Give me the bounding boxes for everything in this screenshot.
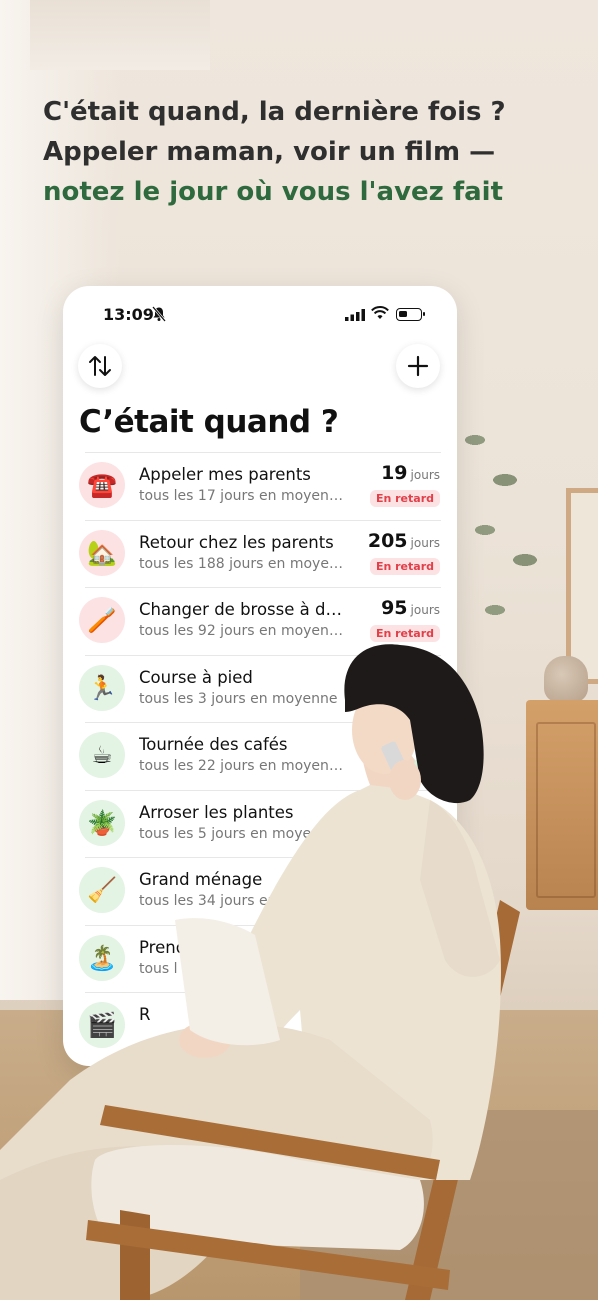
activity-name: Grand ménage bbox=[139, 870, 263, 889]
list-item[interactable]: 🎬 R bbox=[63, 992, 457, 1060]
list-item[interactable]: 🪥 Changer de brosse à dents tous les 92 jo… bbox=[63, 587, 457, 655]
status-badge: En retard bbox=[369, 625, 440, 642]
activity-name: Course à pied bbox=[139, 667, 253, 687]
activity-emoji-icon: 🏝️ bbox=[79, 934, 125, 981]
activity-frequency: tous les 92 jours en moyenne bbox=[139, 623, 344, 639]
activity-emoji-icon: ☎️ bbox=[79, 462, 125, 508]
wall-frame bbox=[566, 488, 598, 684]
sort-arrows-icon bbox=[89, 356, 111, 376]
activity-frequency: tous les 188 jours en moyenne bbox=[139, 555, 344, 572]
list-item[interactable]: 🏝️ Prend tous l bbox=[63, 924, 457, 993]
activity-emoji-icon: 🧹 bbox=[79, 867, 125, 913]
activity-frequency: tous l bbox=[139, 960, 178, 977]
days-count: 205 jours bbox=[368, 530, 440, 552]
list-item[interactable]: ☎️ Appeler mes parents tous les 17 jours e… bbox=[63, 452, 457, 520]
activity-emoji-icon: 🎬 bbox=[79, 1002, 125, 1048]
activity-name: R bbox=[139, 1005, 151, 1024]
days-unit: jours bbox=[410, 468, 440, 482]
page-title: C’était quand ? bbox=[79, 404, 339, 440]
activity-frequency: tous les 5 jours en moyenne bbox=[139, 825, 338, 842]
activity-frequency: tous les 34 jours en moyenne bbox=[139, 893, 344, 909]
headline-line-2: Appeler maman, voir un film — bbox=[43, 137, 496, 167]
headline-line-1: C'était quand, la dernière fois ? bbox=[43, 97, 506, 127]
plus-icon bbox=[407, 355, 429, 377]
activity-name: Prend bbox=[139, 937, 187, 957]
days-count: 95 jours bbox=[381, 597, 440, 619]
ceiling-beam bbox=[30, 0, 210, 70]
signal-icon bbox=[345, 309, 365, 321]
days-number: 205 bbox=[367, 529, 408, 552]
status-badge: En retard bbox=[369, 557, 440, 575]
phone-screen: 13:09 C’était quand ? ☎️ Appeler mes par… bbox=[63, 286, 457, 1066]
marketing-headline: C'était quand, la dernière fois ? Appele… bbox=[43, 92, 583, 212]
bell-slash-icon bbox=[152, 306, 166, 322]
activity-name: Arroser les plantes bbox=[139, 802, 294, 822]
activity-name: Appeler mes parents bbox=[139, 465, 311, 484]
list-item[interactable]: 🏃 Course à pied tous les 3 jours en moyenn… bbox=[63, 654, 457, 723]
rug bbox=[300, 1110, 598, 1300]
activity-name: Tournée des cafés bbox=[139, 735, 288, 754]
cabinet bbox=[526, 700, 598, 910]
sort-button[interactable] bbox=[78, 344, 122, 388]
activity-emoji-icon: 🪴 bbox=[79, 799, 125, 846]
wifi-icon bbox=[371, 306, 389, 319]
status-badge: En retard bbox=[369, 490, 440, 507]
status-time: 13:09 bbox=[103, 305, 154, 324]
status-badge: Da bbox=[411, 760, 440, 777]
list-item[interactable]: 🪴 Arroser les plantes tous les 5 jours en … bbox=[63, 789, 457, 858]
activity-emoji-icon: 🏡 bbox=[79, 529, 125, 576]
days-count: 19 jours bbox=[381, 462, 440, 484]
days-unit: jours bbox=[410, 535, 440, 550]
days-number: 95 bbox=[381, 597, 408, 619]
activity-frequency: tous les 17 jours en moyenne bbox=[139, 488, 344, 504]
list-item[interactable]: 🏡 Retour chez les parents tous les 188 jou… bbox=[63, 519, 457, 588]
activity-list: ☎️ Appeler mes parents tous les 17 jours e… bbox=[63, 452, 457, 1060]
list-item[interactable]: 🧹 Grand ménage tous les 34 jours en moyenn… bbox=[63, 857, 457, 925]
activity-frequency: tous les 3 jours en moyenne bbox=[139, 690, 338, 707]
days-number: 19 bbox=[381, 462, 408, 484]
headline-line-3: notez le jour où vous l'avez fait bbox=[43, 177, 504, 207]
add-button[interactable] bbox=[396, 344, 440, 388]
activity-emoji-icon: 🪥 bbox=[79, 597, 125, 643]
days-unit: jours bbox=[410, 603, 440, 617]
activity-emoji-icon: ☕ bbox=[79, 732, 125, 778]
plant-decor bbox=[455, 420, 555, 650]
activity-name: Changer de brosse à dents bbox=[139, 600, 349, 619]
vase bbox=[544, 656, 588, 702]
list-item[interactable]: ☕ Tournée des cafés tous les 22 jours en m… bbox=[63, 722, 457, 790]
status-bar: 13:09 bbox=[63, 286, 457, 342]
activity-name: Retour chez les parents bbox=[139, 532, 334, 552]
battery-icon bbox=[396, 308, 425, 321]
activity-frequency: tous les 22 jours en moyenne bbox=[139, 758, 344, 774]
activity-emoji-icon: 🏃 bbox=[79, 664, 125, 711]
